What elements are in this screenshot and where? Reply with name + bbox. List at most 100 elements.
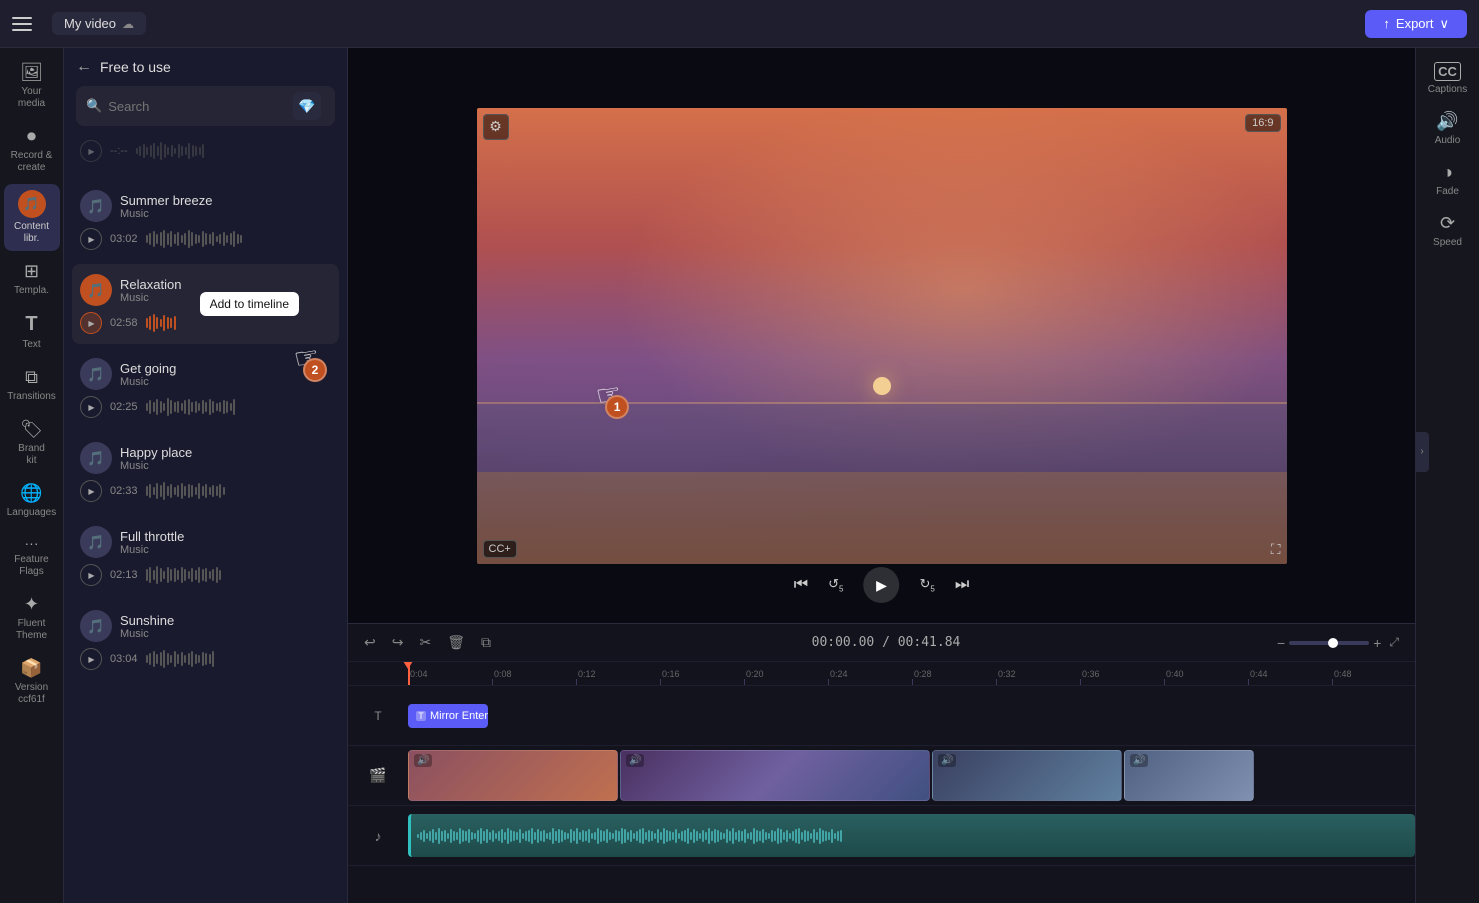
- timeline-toolbar: ↩ ↪ ✂ 🗑 ⧉ 00:00.00 / 00:41.84 − + ⤢: [348, 624, 1415, 662]
- sidebar-item-transitions[interactable]: ⧉ Transitions: [4, 361, 60, 409]
- forward-5-button[interactable]: ↻5: [920, 576, 935, 594]
- aspect-ratio-button[interactable]: 16:9: [1245, 114, 1280, 132]
- fullscreen-button[interactable]: ⛶: [1271, 541, 1281, 558]
- captions-icon: CC: [1434, 62, 1461, 81]
- list-item-relaxation[interactable]: 🎵 Relaxation Music 02:58 Add to timeline: [72, 264, 339, 344]
- play-button[interactable]: [80, 648, 102, 670]
- search-input[interactable]: [108, 99, 287, 114]
- zoom-out-button[interactable]: −: [1277, 635, 1285, 651]
- cut-button[interactable]: ✂: [415, 630, 435, 655]
- sidebar-item-languages[interactable]: 🌐 Languages: [4, 477, 60, 525]
- music-name: Full throttle: [120, 529, 331, 544]
- sidebar-label-templates: Templa.: [14, 285, 49, 297]
- volume-icon: 🔊: [626, 754, 644, 767]
- rewind-5-button[interactable]: ↺5: [828, 576, 843, 594]
- duration: 02:33: [110, 485, 138, 497]
- sidebar-item-content[interactable]: 🎵 Contentlibr.: [4, 184, 60, 251]
- waveform: [146, 480, 331, 502]
- video-content: [477, 108, 1287, 564]
- undo-button[interactable]: ↩: [360, 630, 380, 655]
- collapse-right-panel-button[interactable]: ›: [1415, 432, 1429, 472]
- ruler-mark: 0:08: [492, 669, 576, 685]
- captions-panel-item[interactable]: CC Captions: [1420, 56, 1476, 101]
- languages-icon: 🌐: [20, 483, 42, 504]
- audio-waveform: (function() { const heights = [4,8,12,6,…: [411, 814, 1415, 857]
- list-item[interactable]: --:--: [72, 136, 339, 176]
- list-item[interactable]: 🎵 Get going Music 02:25: [72, 348, 339, 428]
- fit-button[interactable]: ⤢: [1385, 631, 1403, 654]
- music-icon: 🎵: [80, 526, 112, 558]
- speed-panel-item[interactable]: ⟳ Speed: [1420, 207, 1476, 254]
- play-button[interactable]: [80, 140, 102, 162]
- ruler-mark: 0:28: [912, 669, 996, 685]
- speed-label: Speed: [1433, 237, 1462, 248]
- timeline-tracks: T T Mirror Enter t 🎬: [348, 686, 1415, 903]
- text-clip[interactable]: T Mirror Enter t: [408, 704, 488, 728]
- ruler-marks: 0:04 0:08 0:12 0:16 0:20 0:24 0:28 0:32 …: [408, 669, 1415, 685]
- play-button[interactable]: [80, 312, 102, 334]
- volume-icon: 🔊: [1130, 754, 1148, 767]
- play-button[interactable]: [80, 480, 102, 502]
- list-item[interactable]: 🎵 Sunshine Music 03:04: [72, 600, 339, 680]
- list-item[interactable]: 🎵 Summer breeze Music 03:02: [72, 180, 339, 260]
- fade-icon: ◑: [1442, 162, 1453, 183]
- music-category: Music: [120, 460, 331, 472]
- play-button[interactable]: [80, 564, 102, 586]
- track-label: T: [348, 709, 408, 723]
- fade-panel-item[interactable]: ◑ Fade: [1420, 156, 1476, 203]
- video-clip[interactable]: 🔊: [932, 750, 1122, 801]
- sidebar-item-text[interactable]: T Text: [4, 307, 60, 357]
- export-button[interactable]: ↑ Export ∨: [1365, 10, 1467, 38]
- video-clip[interactable]: 🔊: [1124, 750, 1254, 801]
- tab-area: My video ☁: [52, 12, 146, 35]
- cc-badge[interactable]: CC+: [483, 540, 517, 558]
- playhead[interactable]: [408, 662, 410, 685]
- sidebar-item-flags[interactable]: ··· FeatureFlags: [4, 529, 60, 584]
- sidebar-item-brand[interactable]: 🏷 Brandkit: [4, 413, 60, 473]
- back-button[interactable]: ←: [76, 58, 92, 76]
- zoom-slider[interactable]: [1289, 641, 1369, 645]
- music-icon: 🎵: [80, 190, 112, 222]
- copy-button[interactable]: ⧉: [477, 630, 495, 655]
- video-clip[interactable]: 🔊: [620, 750, 930, 801]
- templates-icon: ⊞: [24, 261, 39, 282]
- video-preview: ⚙ 16:9 CC+ ⛶ ⏮ ↺5 ▶ ↻5 ⏭ ☞ 1: [348, 48, 1415, 623]
- skip-forward-button[interactable]: ⏭: [955, 576, 969, 594]
- music-category: Music: [120, 208, 331, 220]
- video-clips: 🔊 🔊 🔊 🔊: [408, 750, 1415, 801]
- video-clip[interactable]: 🔊: [408, 750, 618, 801]
- sidebar-item-templates[interactable]: ⊞ Templa.: [4, 255, 60, 303]
- hamburger-menu-icon[interactable]: [12, 14, 32, 34]
- play-button[interactable]: [80, 228, 102, 250]
- add-to-timeline-button[interactable]: Add to timeline: [200, 292, 299, 316]
- delete-button[interactable]: 🗑: [443, 630, 469, 655]
- sidebar-item-media[interactable]: 🖼 Your media: [4, 56, 60, 116]
- play-pause-button[interactable]: ▶: [864, 567, 900, 603]
- sidebar-item-version[interactable]: 📦 Versionccf61f: [4, 652, 60, 712]
- sidebar-label-media: Your media: [8, 86, 56, 110]
- audio-panel-item[interactable]: 🔊 Audio: [1420, 105, 1476, 152]
- sidebar-label-content: Contentlibr.: [14, 221, 49, 245]
- audio-track-icon: ♪: [375, 828, 382, 844]
- music-category: Music: [120, 628, 331, 640]
- playhead-indicator: [403, 662, 413, 669]
- music-name: Get going: [120, 361, 331, 376]
- sidebar-item-theme[interactable]: ✦ FluentTheme: [4, 588, 60, 648]
- list-item[interactable]: 🎵 Full throttle Music 02:13: [72, 516, 339, 596]
- music-list: --:-- 🎵 Summer breeze Music 0: [64, 136, 347, 903]
- sidebar-item-record[interactable]: ⏺ Record &create: [4, 120, 60, 180]
- audio-clip[interactable]: (function() { const heights = [4,8,12,6,…: [408, 814, 1415, 857]
- my-video-tab[interactable]: My video ☁: [52, 12, 146, 35]
- music-name: Happy place: [120, 445, 331, 460]
- skip-back-button[interactable]: ⏮: [794, 576, 808, 594]
- premium-icon[interactable]: 💎: [293, 92, 321, 120]
- redo-button[interactable]: ↪: [388, 630, 408, 655]
- sidebar-label-flags: FeatureFlags: [14, 554, 48, 578]
- duration: 02:58: [110, 317, 138, 329]
- play-button[interactable]: [80, 396, 102, 418]
- brand-icon: 🏷: [20, 419, 43, 440]
- settings-button[interactable]: ⚙: [483, 114, 509, 140]
- audio-label: Audio: [1435, 135, 1461, 146]
- list-item[interactable]: 🎵 Happy place Music 02:33: [72, 432, 339, 512]
- zoom-in-button[interactable]: +: [1373, 635, 1381, 651]
